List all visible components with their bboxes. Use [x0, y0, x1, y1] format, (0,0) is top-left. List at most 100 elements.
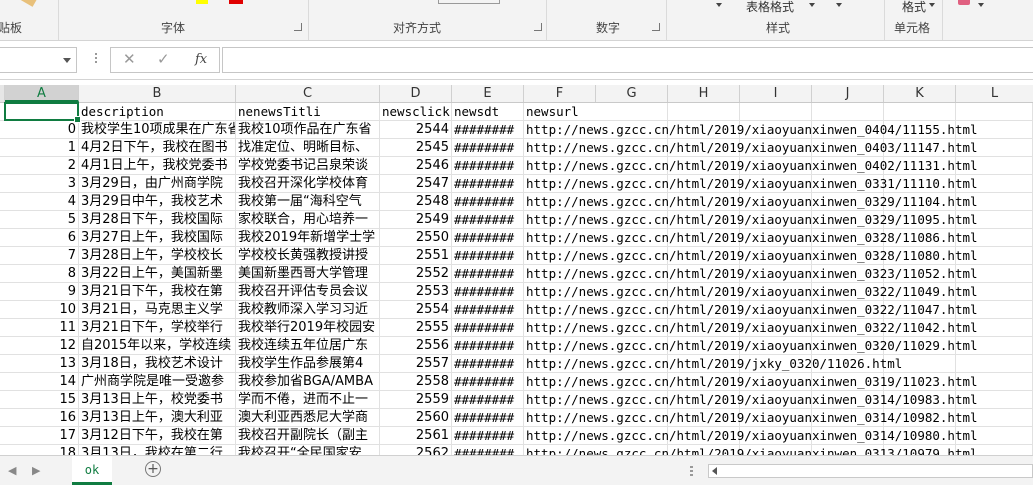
cell-a[interactable]: 5: [0, 211, 79, 228]
cell-c[interactable]: 学而不倦，进而不止一: [236, 391, 380, 408]
cell-c[interactable]: 我校召开评估专员会议: [236, 283, 380, 300]
cell-b[interactable]: 3月21日下午，学校举行: [79, 319, 236, 336]
cell-f[interactable]: http://news.gzcc.cn/html/2019/xiaoyuanxi…: [524, 427, 1033, 444]
insert-function-icon[interactable]: fx: [195, 52, 207, 67]
cell-c[interactable]: 找准定位、明晰目标、: [236, 139, 380, 156]
column-header-c[interactable]: C: [236, 85, 380, 102]
formula-bar-resize-handle[interactable]: [95, 53, 97, 65]
cell-a[interactable]: 18: [0, 445, 79, 455]
cell-b[interactable]: 3月29日中午，我校艺术: [79, 193, 236, 210]
cell-a[interactable]: 12: [0, 337, 79, 354]
cell-c[interactable]: 学校党委书记吕泉荣谈: [236, 157, 380, 174]
cell-c[interactable]: 我校教师深入学习习近: [236, 301, 380, 318]
cell-d[interactable]: 2558: [380, 373, 452, 390]
cell-a[interactable]: 14: [0, 373, 79, 390]
header-cell-d[interactable]: newsclick: [380, 103, 452, 120]
cell-a[interactable]: 0: [0, 121, 79, 138]
clear-icon[interactable]: [958, 0, 970, 5]
cell-e[interactable]: ########: [452, 175, 524, 192]
cell-b[interactable]: 广州商学院是唯一受邀参: [79, 373, 236, 390]
column-header-l[interactable]: L: [956, 85, 1033, 102]
column-header-d[interactable]: D: [380, 85, 452, 102]
cell-d[interactable]: 2553: [380, 283, 452, 300]
cell-c[interactable]: 学校校长黄强教授讲授: [236, 247, 380, 264]
font-launcher-icon[interactable]: [294, 23, 302, 31]
cell-a[interactable]: 8: [0, 265, 79, 282]
next-sheet-icon[interactable]: ▶: [32, 464, 40, 477]
cell-b[interactable]: 4月1日上午，我校党委书: [79, 157, 236, 174]
cell-a[interactable]: 9: [0, 283, 79, 300]
merge-center-icon[interactable]: [438, 0, 500, 4]
cell-f[interactable]: http://news.gzcc.cn/html/2019/xiaoyuanxi…: [524, 229, 1033, 246]
column-header-a[interactable]: A: [5, 85, 79, 102]
cell-e[interactable]: ########: [452, 319, 524, 336]
column-header-e[interactable]: E: [452, 85, 524, 102]
format-as-table-button[interactable]: 表格格式: [746, 0, 794, 15]
cell-e[interactable]: ########: [452, 157, 524, 174]
cell-f[interactable]: http://news.gzcc.cn/html/2019/xiaoyuanxi…: [524, 283, 1033, 300]
cell-e[interactable]: ########: [452, 301, 524, 318]
cell-styles-dropdown-icon[interactable]: [836, 3, 842, 7]
column-header-f[interactable]: F: [524, 85, 596, 102]
column-header-h[interactable]: H: [668, 85, 740, 102]
cell-a[interactable]: 7: [0, 247, 79, 264]
cell-a[interactable]: 10: [0, 301, 79, 318]
cell-d[interactable]: 2560: [380, 409, 452, 426]
cell-a[interactable]: 17: [0, 427, 79, 444]
cell-f[interactable]: http://news.gzcc.cn/html/2019/xiaoyuanxi…: [524, 301, 1033, 318]
cell-d[interactable]: 2548: [380, 193, 452, 210]
cell-b[interactable]: 3月28日上午，学校校长: [79, 247, 236, 264]
formula-input[interactable]: [222, 47, 1033, 73]
cell-c[interactable]: 我校连续五年位居广东: [236, 337, 380, 354]
prev-sheet-icon[interactable]: ◀: [8, 464, 16, 477]
cell-d[interactable]: 2550: [380, 229, 452, 246]
format-painter-icon[interactable]: [20, 0, 38, 7]
cell-e[interactable]: ########: [452, 337, 524, 354]
cell-b[interactable]: 3月21日下午，我校在第: [79, 283, 236, 300]
cell-d[interactable]: 2546: [380, 157, 452, 174]
cell-b[interactable]: 3月13日上午，澳大利亚: [79, 409, 236, 426]
cell-f[interactable]: http://news.gzcc.cn/html/2019/xiaoyuanxi…: [524, 337, 1033, 354]
cell-c[interactable]: 澳大利亚西悉尼大学商: [236, 409, 380, 426]
cell-b[interactable]: 4月2日下午，我校在图书: [79, 139, 236, 156]
cell-d[interactable]: 2562: [380, 445, 452, 455]
conditional-format-dropdown-icon[interactable]: [716, 3, 722, 7]
cell-c[interactable]: 我校参加省BGA/AMBA: [236, 373, 380, 390]
cell-e[interactable]: ########: [452, 139, 524, 156]
cell-b[interactable]: 3月28日下午，我校国际: [79, 211, 236, 228]
add-sheet-icon[interactable]: +: [145, 461, 161, 477]
sheet-tab-ok[interactable]: ok: [72, 456, 112, 485]
cell-d[interactable]: 2559: [380, 391, 452, 408]
cell-f[interactable]: http://news.gzcc.cn/html/2019/xiaoyuanxi…: [524, 265, 1033, 282]
cell-d[interactable]: 2551: [380, 247, 452, 264]
cell-d[interactable]: 2552: [380, 265, 452, 282]
column-header-j[interactable]: J: [812, 85, 884, 102]
cell-d[interactable]: 2554: [380, 301, 452, 318]
cell-e[interactable]: ########: [452, 229, 524, 246]
cell-d[interactable]: 2545: [380, 139, 452, 156]
cell-f[interactable]: http://news.gzcc.cn/html/2019/xiaoyuanxi…: [524, 409, 1033, 426]
cell-f[interactable]: http://news.gzcc.cn/html/2019/xiaoyuanxi…: [524, 121, 1033, 138]
header-cell-e[interactable]: newsdt: [452, 103, 524, 120]
cell-d[interactable]: 2549: [380, 211, 452, 228]
cell-f[interactable]: http://news.gzcc.cn/html/2019/xiaoyuanxi…: [524, 157, 1033, 174]
cell-b[interactable]: 3月12日下午，我校在第: [79, 427, 236, 444]
cell-c[interactable]: 我校举行2019年校园安: [236, 319, 380, 336]
cell-f[interactable]: http://news.gzcc.cn/html/2019/xiaoyuanxi…: [524, 211, 1033, 228]
cell-c[interactable]: 我校10项作品在广东省: [236, 121, 380, 138]
cell-c[interactable]: 我校召开“全民国家安: [236, 445, 380, 455]
cell-c[interactable]: 我校学生作品参展第4: [236, 355, 380, 372]
cell-e[interactable]: ########: [452, 373, 524, 390]
cell-b[interactable]: 我校学生10项成果在广东省: [79, 121, 236, 138]
cell-a[interactable]: 11: [0, 319, 79, 336]
cell-c[interactable]: 我校召开副院长（副主: [236, 427, 380, 444]
cell-d[interactable]: 2556: [380, 337, 452, 354]
cell-a[interactable]: 16: [0, 409, 79, 426]
cell-b[interactable]: 3月22日上午，美国新墨: [79, 265, 236, 282]
column-header-g[interactable]: G: [596, 85, 668, 102]
column-header-k[interactable]: K: [884, 85, 956, 102]
cell-b[interactable]: 自2015年以来，学校连续: [79, 337, 236, 354]
cell-b[interactable]: 3月13日，我校在第二行: [79, 445, 236, 455]
horizontal-scrollbar[interactable]: [708, 464, 1033, 478]
number-launcher-icon[interactable]: [652, 23, 660, 31]
